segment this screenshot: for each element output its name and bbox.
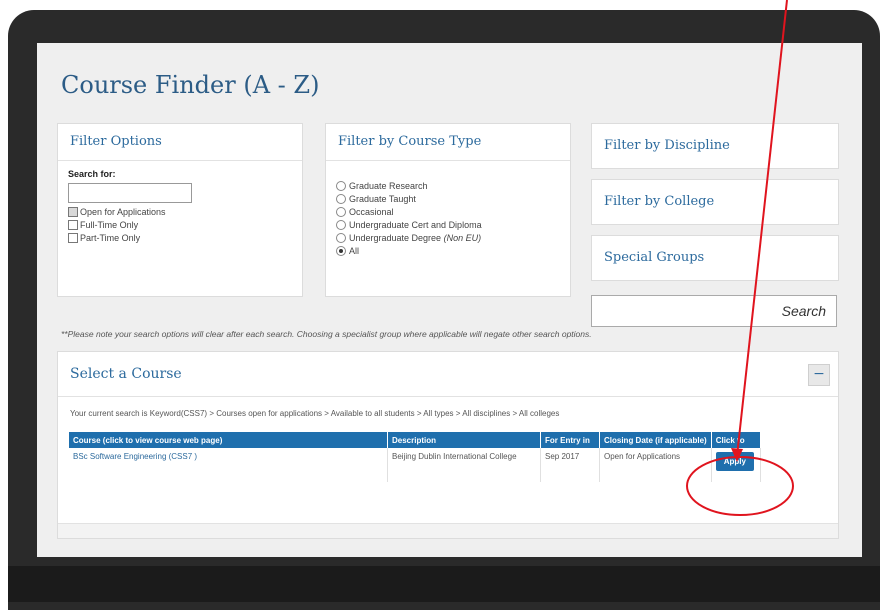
filter-college-panel[interactable]: Filter by College — [591, 179, 839, 225]
search-input[interactable] — [68, 183, 192, 203]
table-row: BSc Software Engineering (CSS7 ) Beijing… — [69, 448, 761, 482]
radio-icon[interactable] — [336, 206, 346, 217]
laptop-base — [8, 566, 880, 602]
search-button[interactable]: Search — [591, 295, 837, 327]
filter-college-heading: Filter by College — [604, 194, 715, 209]
option-open-for-applications[interactable]: Open for Applications — [68, 205, 292, 218]
column-header-closing: Closing Date (if applicable) — [599, 432, 712, 448]
page-title: Course Finder (A - Z) — [61, 71, 320, 99]
collapse-button[interactable]: − — [808, 364, 830, 386]
checkbox-icon[interactable] — [68, 232, 78, 243]
results-footer — [58, 523, 838, 538]
browser-screen: Course Finder (A - Z) Filter Options Sea… — [37, 43, 862, 557]
option-full-time-only[interactable]: Full-Time Only — [68, 218, 292, 231]
results-table: Course (click to view course web page) D… — [69, 432, 761, 482]
checkbox-icon[interactable] — [68, 219, 78, 230]
column-header-action: Click to — [711, 432, 761, 448]
filter-discipline-heading: Filter by Discipline — [604, 138, 730, 153]
radio-label-suffix: (Non EU) — [443, 232, 482, 243]
search-note: **Please note your search options will c… — [61, 329, 592, 339]
entry-cell: Sep 2017 — [540, 448, 600, 482]
course-link[interactable]: BSc Software Engineering (CSS7 ) — [69, 448, 388, 482]
filter-options-panel: Filter Options Search for: Open for Appl… — [57, 123, 303, 297]
radio-label: All — [349, 245, 360, 256]
apply-button[interactable]: Apply — [715, 452, 754, 471]
radio-graduate-taught[interactable]: Graduate Taught — [336, 192, 560, 205]
search-for-label: Search for: — [68, 169, 116, 179]
radio-icon[interactable] — [336, 219, 346, 230]
column-header-entry: For Entry in — [540, 432, 600, 448]
filter-options-heading: Filter Options — [58, 124, 302, 161]
radio-undergraduate-cert[interactable]: Undergraduate Cert and Diploma — [336, 218, 560, 231]
column-header-description: Description — [387, 432, 541, 448]
option-label: Open for Applications — [80, 206, 166, 217]
radio-label: Graduate Taught — [349, 193, 416, 204]
radio-all[interactable]: All — [336, 244, 560, 257]
checkbox-checked-icon[interactable] — [68, 206, 78, 217]
radio-graduate-research[interactable]: Graduate Research — [336, 179, 560, 192]
course-type-panel: Filter by Course Type Graduate Research … — [325, 123, 571, 297]
option-label: Full-Time Only — [80, 219, 139, 230]
special-groups-panel[interactable]: Special Groups — [591, 235, 839, 281]
radio-label: Occasional — [349, 206, 394, 217]
closing-cell: Open for Applications — [599, 448, 712, 482]
course-type-heading: Filter by Course Type — [326, 124, 570, 161]
special-groups-heading: Special Groups — [604, 250, 705, 265]
radio-occasional[interactable]: Occasional — [336, 205, 560, 218]
radio-icon[interactable] — [336, 193, 346, 204]
description-cell: Beijing Dublin International College — [387, 448, 541, 482]
radio-label: Graduate Research — [349, 180, 428, 191]
option-part-time-only[interactable]: Part-Time Only — [68, 231, 292, 244]
table-header-row: Course (click to view course web page) D… — [69, 432, 761, 448]
results-heading-text: Select a Course — [70, 366, 182, 382]
radio-selected-icon[interactable] — [336, 245, 346, 256]
results-panel: Select a Course − Your current search is… — [57, 351, 839, 539]
column-header-course: Course (click to view course web page) — [69, 432, 388, 448]
filter-discipline-panel[interactable]: Filter by Discipline — [591, 123, 839, 169]
radio-label: Undergraduate Cert and Diploma — [349, 219, 482, 230]
radio-undergraduate-degree[interactable]: Undergraduate Degree (Non EU) — [336, 231, 560, 244]
radio-icon[interactable] — [336, 180, 346, 191]
radio-label: Undergraduate Degree — [349, 232, 442, 243]
option-label: Part-Time Only — [80, 232, 141, 243]
search-breadcrumb: Your current search is Keyword(CSS7) > C… — [70, 409, 560, 418]
results-heading: Select a Course − — [58, 352, 838, 397]
radio-icon[interactable] — [336, 232, 346, 243]
action-cell: Apply — [711, 448, 761, 482]
